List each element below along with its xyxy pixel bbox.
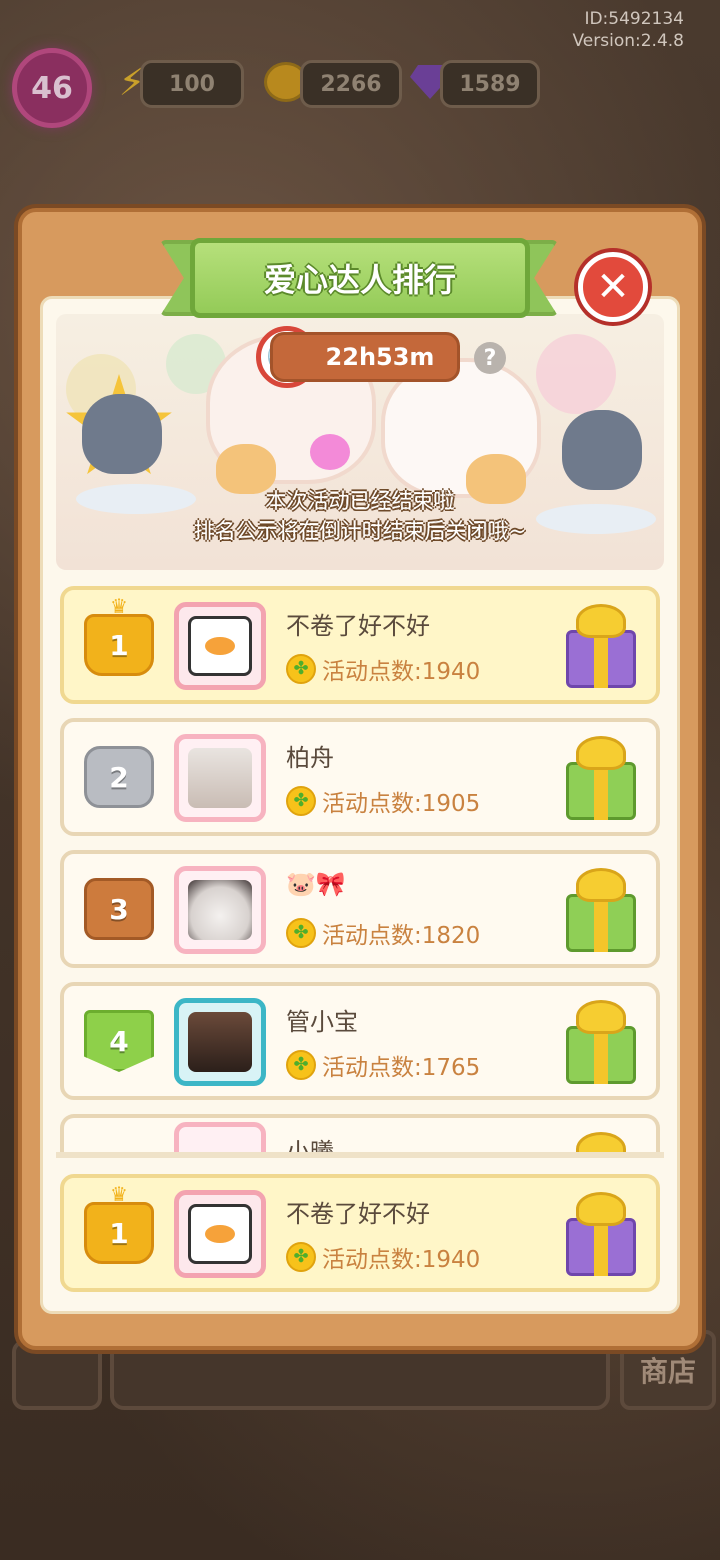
rank-badge-gold: 1 <box>84 1202 154 1264</box>
rank-badge-bronze: 3 <box>84 878 154 940</box>
rank-row-2: 2 柏舟 ✤ 活动点数:1905 <box>60 718 660 836</box>
background-left-button <box>12 1340 102 1410</box>
activity-points: ✤ 活动点数:1820 <box>286 916 480 950</box>
player-id: ID:5492134 <box>584 9 684 29</box>
gift-box-purple-icon[interactable] <box>564 1190 638 1278</box>
photo-avatar <box>188 1012 252 1072</box>
gem-counter: 1589 <box>440 60 540 108</box>
activity-points-value: 活动点数:1905 <box>322 791 481 817</box>
duck-avatar-icon <box>188 616 252 676</box>
heart-decor <box>310 434 350 470</box>
avatar <box>174 1190 266 1278</box>
game-version: Version:2.4.8 <box>572 31 685 51</box>
activity-points: ✤ 活动点数:1940 <box>286 1240 480 1274</box>
gift-box-purple-icon[interactable] <box>564 602 638 690</box>
background-bottom-bar <box>110 1340 610 1410</box>
photo-avatar <box>188 748 252 808</box>
activity-points: ✤ 活动点数:1940 <box>286 652 480 686</box>
clover-icon: ✤ <box>286 918 316 948</box>
player-name: 管小宝 <box>286 1008 358 1036</box>
panel-title: 爱心达人排行 <box>190 238 530 318</box>
rank-badge-silver: 2 <box>84 746 154 808</box>
energy-counter: 100 <box>140 60 244 108</box>
duck-avatar-icon <box>188 1204 252 1264</box>
photo-avatar <box>188 880 252 940</box>
crown-icon: ♛ <box>110 594 128 618</box>
player-name: 🐷🎀 <box>286 870 346 898</box>
crown-icon: ♛ <box>110 1182 128 1206</box>
avatar <box>174 998 266 1086</box>
notice-line-1: 本次活动已经结束啦 <box>265 489 455 513</box>
activity-points-value: 活动点数:1820 <box>322 923 481 949</box>
avatar <box>174 734 266 822</box>
help-icon[interactable]: ? <box>474 342 506 374</box>
rank-badge-gold: 1 <box>84 614 154 676</box>
notice-line-2: 排名公示将在倒计时结束后关闭哦~ <box>193 519 527 543</box>
self-rank-row: ♛ 1 不卷了好不好 ✤ 活动点数:1940 <box>60 1174 660 1292</box>
player-name: 不卷了好不好 <box>286 1200 430 1228</box>
activity-points: ✤ 活动点数:1765 <box>286 1048 480 1082</box>
gift-box-green-icon[interactable] <box>564 866 638 954</box>
rank-row-3: 3 🐷🎀 ✤ 活动点数:1820 <box>60 850 660 968</box>
activity-points-value: 活动点数:1940 <box>322 1247 481 1273</box>
gray-cat-right <box>562 410 642 490</box>
gift-box-green-icon[interactable] <box>564 734 638 822</box>
avatar <box>174 866 266 954</box>
gray-cat-left <box>82 394 162 474</box>
player-name: 不卷了好不好 <box>286 612 430 640</box>
gift-box-green-icon[interactable] <box>564 998 638 1086</box>
close-button[interactable]: ✕ <box>578 252 648 322</box>
clover-icon: ✤ <box>286 1050 316 1080</box>
heart-decor <box>536 334 616 414</box>
rank-row-1: ♛ 1 不卷了好不好 ✤ 活动点数:1940 <box>60 586 660 704</box>
countdown-timer: 22h53m <box>270 332 460 382</box>
activity-points: ✤ 活动点数:1905 <box>286 784 480 818</box>
player-info: ID:5492134 Version:2.4.8 <box>573 8 685 52</box>
event-ended-notice: 本次活动已经结束啦 排名公示将在倒计时结束后关闭哦~ <box>56 486 664 546</box>
clover-icon: ✤ <box>286 786 316 816</box>
rank-row-4: 4 管小宝 ✤ 活动点数:1765 <box>60 982 660 1100</box>
rank-badge-green: 4 <box>84 1010 154 1072</box>
activity-points-value: 活动点数:1940 <box>322 659 481 685</box>
player-name: 柏舟 <box>286 744 334 772</box>
coin-counter: 2266 <box>300 60 402 108</box>
level-badge: 46 <box>12 48 92 128</box>
close-icon: ✕ <box>596 264 630 310</box>
avatar <box>174 602 266 690</box>
clover-icon: ✤ <box>286 654 316 684</box>
activity-points-value: 活动点数:1765 <box>322 1055 481 1081</box>
clover-icon: ✤ <box>286 1242 316 1272</box>
list-divider <box>56 1152 664 1158</box>
